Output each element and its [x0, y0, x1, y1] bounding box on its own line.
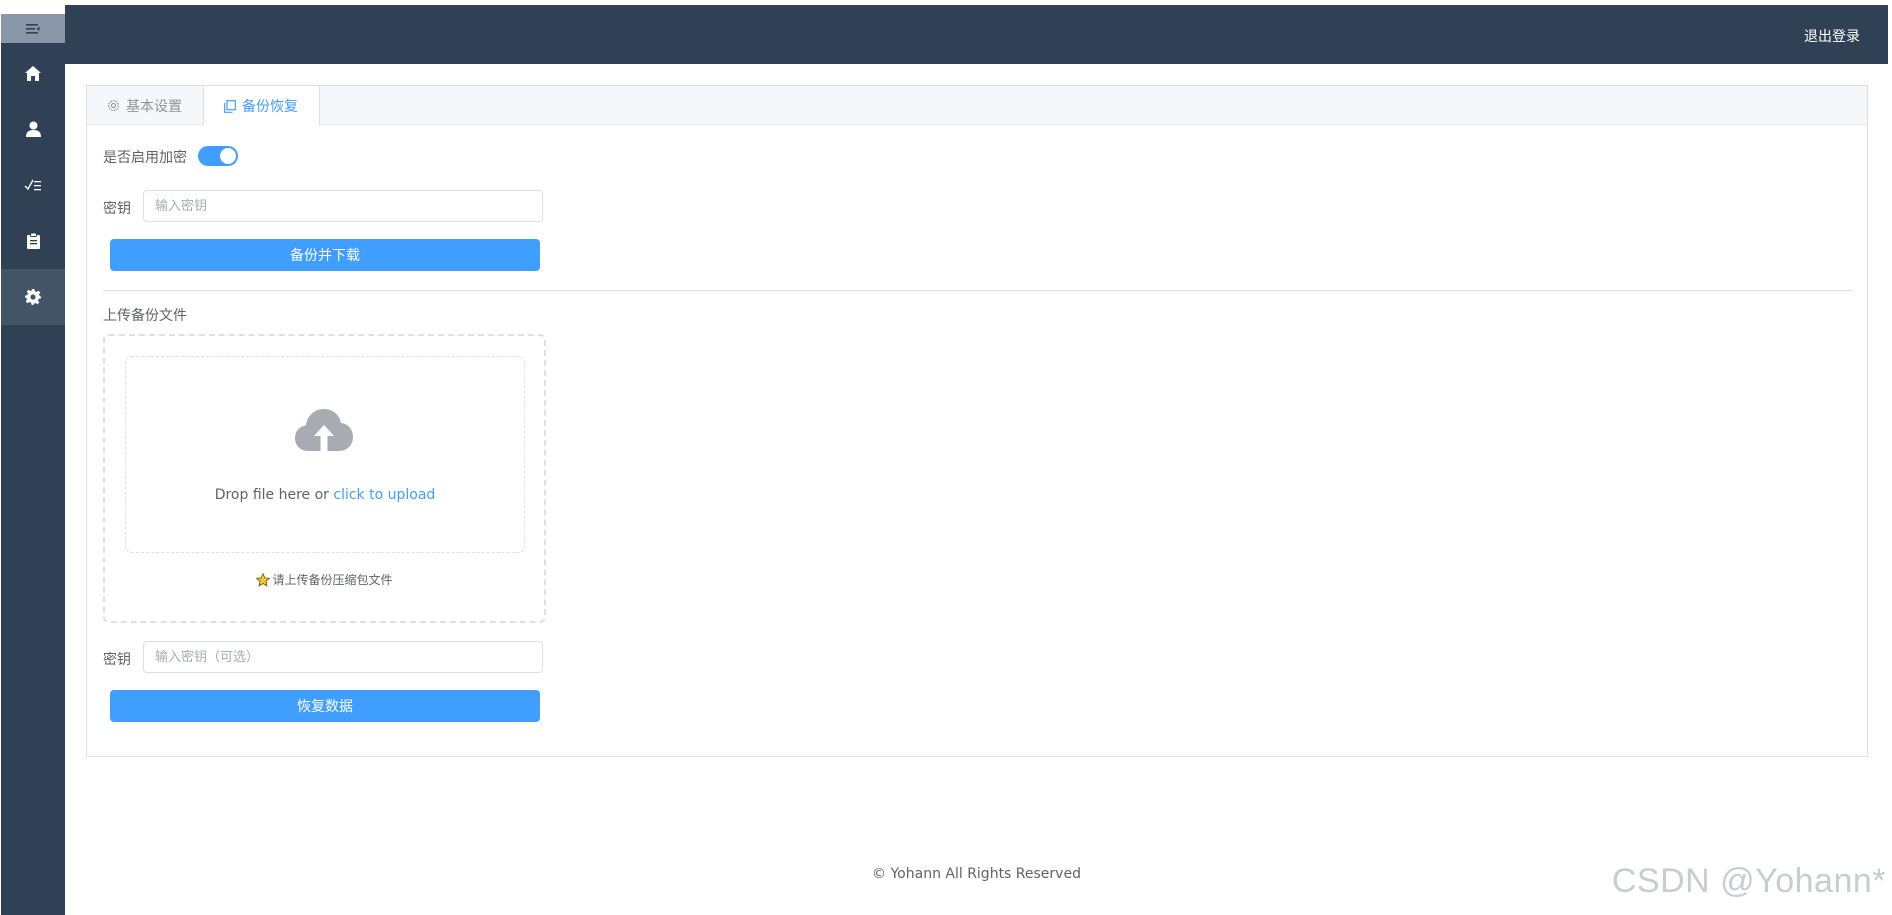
- watermark: CSDN @Yohann*: [1611, 862, 1886, 900]
- sidebar-item-user[interactable]: [1, 101, 65, 157]
- upload-container: Drop file here or click to upload 请上传备份压…: [103, 334, 546, 623]
- top-header: 退出登录: [65, 5, 1888, 64]
- encrypt-toggle[interactable]: [198, 146, 238, 166]
- upload-instruction: Drop file here or click to upload: [126, 487, 524, 503]
- backup-download-button[interactable]: 备份并下载: [110, 239, 540, 271]
- settings-card: 基本设置 备份恢复 是否启用加密 密钥 备份并下载 上传备份文件 Drop fi…: [86, 85, 1868, 757]
- cloud-upload-icon: [295, 409, 353, 451]
- star-icon: [256, 572, 271, 587]
- restore-data-button[interactable]: 恢复数据: [110, 690, 540, 722]
- drop-text: Drop file here or: [214, 487, 334, 503]
- backup-key-input[interactable]: [143, 190, 543, 222]
- tab-label: 备份恢复: [242, 99, 298, 115]
- gear-icon: [108, 100, 119, 111]
- restore-key-label: 密钥: [103, 652, 131, 668]
- sidebar-item-home[interactable]: [1, 45, 65, 101]
- backup-key-label: 密钥: [103, 201, 131, 217]
- restore-key-input[interactable]: [143, 641, 543, 673]
- tabs-bar: 基本设置 备份恢复: [87, 86, 1867, 126]
- click-to-upload-link[interactable]: click to upload: [333, 487, 435, 503]
- upload-dropzone[interactable]: Drop file here or click to upload: [125, 356, 525, 553]
- tab-label: 基本设置: [126, 98, 182, 115]
- gear-icon: [25, 289, 41, 305]
- copy-icon: [224, 99, 236, 113]
- clipboard-icon: [26, 233, 40, 249]
- checklist-icon: [24, 179, 41, 191]
- encrypt-label: 是否启用加密: [103, 150, 187, 166]
- menu-fold-icon: [26, 23, 40, 34]
- sidebar-item-checklist[interactable]: [1, 157, 65, 213]
- sidebar: [1, 14, 65, 915]
- tab-basic-settings[interactable]: 基本设置: [87, 86, 203, 125]
- logout-button[interactable]: 退出登录: [1804, 26, 1860, 46]
- sidebar-toggle-button[interactable]: [1, 14, 65, 43]
- toggle-knob: [220, 148, 236, 164]
- home-icon: [25, 65, 41, 81]
- sidebar-item-clipboard[interactable]: [1, 213, 65, 269]
- section-divider: [103, 290, 1853, 291]
- upload-title: 上传备份文件: [103, 308, 187, 324]
- user-icon: [25, 121, 41, 137]
- sidebar-item-settings[interactable]: [1, 269, 65, 325]
- tab-backup-restore[interactable]: 备份恢复: [203, 86, 320, 126]
- upload-tip: 请上传备份压缩包文件: [105, 571, 544, 588]
- upload-tip-text: 请上传备份压缩包文件: [272, 573, 393, 587]
